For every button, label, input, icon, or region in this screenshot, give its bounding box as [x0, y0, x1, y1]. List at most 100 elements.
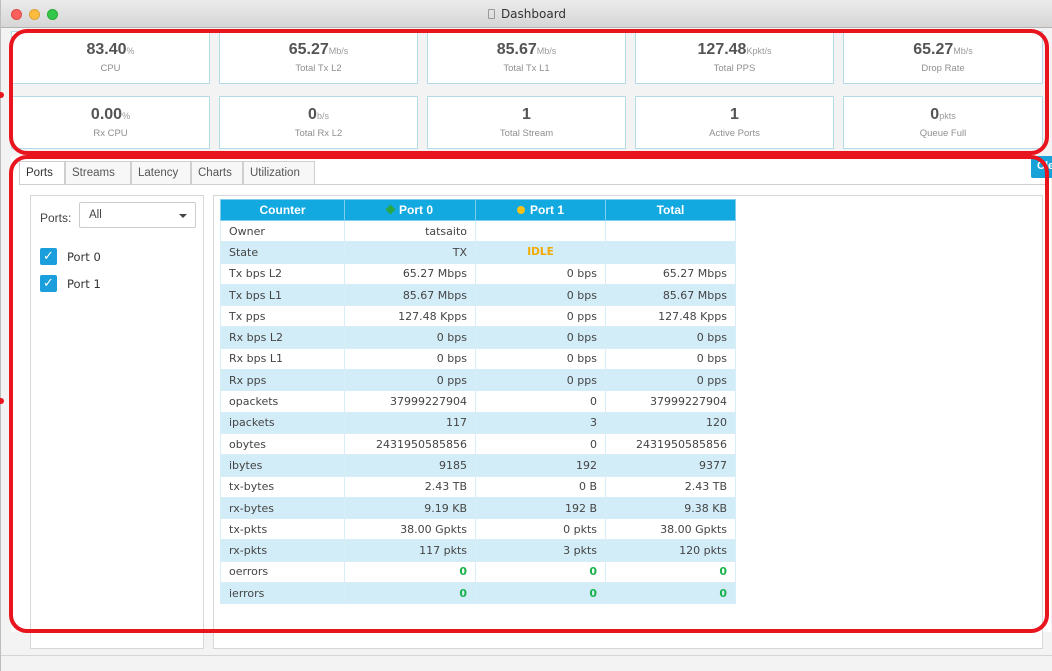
table-row: rx-bytes 9.19 KB 192 B 9.38 KB [220, 496, 736, 520]
stat-label: Drop Rate [921, 63, 965, 74]
port-1-marker-icon [516, 206, 525, 214]
clear-button[interactable]: Clear [1031, 156, 1052, 178]
port-1-value: 0 B [475, 475, 606, 498]
table-row: Tx bps L2 65.27 Mbps 0 bps 65.27 Mbps [220, 262, 736, 285]
stat-value: 83.40 [86, 41, 127, 58]
table-row: Owner tatsaito [220, 219, 736, 243]
tab-ports[interactable]: Ports [19, 161, 65, 185]
port-0-value: TX [344, 241, 476, 264]
table-row: rx-pkts 117 pkts 3 pkts 120 pkts [220, 539, 736, 562]
counter-name: ipackets [220, 411, 345, 434]
port-1-value: 0 [475, 432, 606, 456]
stat-label: Total Tx L2 [295, 63, 342, 74]
ports-filter-value: All [89, 209, 102, 221]
column-header-port-1[interactable]: Port 1 [475, 199, 606, 221]
total-value [605, 219, 736, 243]
title-bar: Dashboard [1, 0, 1052, 28]
ports-filter-select[interactable]: All [79, 202, 196, 228]
stat-value: 65.27 [913, 41, 954, 58]
stat-label: Total PPS [713, 63, 756, 74]
port-0-value: 117 [344, 411, 476, 434]
counter-name: oerrors [220, 560, 345, 584]
stat-card-cpu: 83.40% CPU [11, 31, 210, 84]
stat-unit: Mb/s [953, 46, 973, 56]
port-checkbox-label: Port 0 [67, 250, 101, 264]
counter-name: Rx pps [220, 369, 345, 392]
tab-utilization[interactable]: Utilization [243, 161, 315, 184]
counter-name: opackets [220, 390, 345, 413]
checkmark-icon[interactable]: ✓ [40, 275, 57, 292]
tab-latency[interactable]: Latency [131, 161, 191, 184]
column-header-label: Port 1 [529, 203, 564, 217]
port-1-value: 192 B [475, 496, 606, 520]
status-bar [1, 655, 1052, 671]
port-0-value: 0 pps [344, 369, 476, 392]
counter-name: tx-pkts [220, 518, 345, 541]
column-header-counter[interactable]: Counter [220, 199, 345, 221]
total-value: 0 [605, 582, 736, 605]
port-0-checkbox-row[interactable]: ✓ Port 0 [40, 248, 190, 266]
table-row: ipackets 117 3 120 [220, 411, 736, 434]
total-value: 2431950585856 [605, 432, 736, 456]
port-0-value: 65.27 Mbps [344, 262, 476, 285]
port-0-value: 38.00 Gpkts [344, 518, 476, 541]
stat-unit: Mb/s [328, 46, 349, 56]
counter-name: tx-bytes [220, 475, 345, 498]
stat-unit: % [122, 111, 131, 121]
total-value: 120 pkts [605, 539, 736, 562]
stat-unit: Mb/s [536, 46, 557, 56]
annotation-marker [0, 92, 4, 98]
counter-name: State [220, 241, 345, 264]
stat-card-total-tx-l2: 65.27Mb/s Total Tx L2 [219, 31, 418, 84]
stat-card-drop-rate: 65.27Mb/s Drop Rate [843, 31, 1043, 84]
port-0-value: 117 pkts [344, 539, 476, 562]
stat-label: Total Rx L2 [294, 128, 343, 139]
stat-card-total-pps: 127.48Kpkt/s Total PPS [635, 31, 834, 84]
column-header-total[interactable]: Total [605, 199, 736, 221]
tab-streams[interactable]: Streams [65, 161, 131, 184]
port-0-value: 2431950585856 [344, 432, 476, 456]
stat-value: 0.00 [90, 106, 123, 123]
table-row: Rx bps L2 0 bps 0 bps 0 bps [220, 326, 736, 349]
port-1-checkbox-row[interactable]: ✓ Port 1 [40, 275, 190, 293]
counter-name: Rx bps L1 [220, 347, 345, 371]
total-value: 127.48 Kpps [605, 305, 736, 328]
total-value: 65.27 Mbps [605, 262, 736, 285]
counter-name: Owner [220, 219, 345, 243]
ports-sidebar: Ports: All ✓ Port 0 ✓ Port 1 [30, 195, 204, 649]
port-0-marker-icon [385, 204, 396, 215]
port-0-value: 0 bps [344, 347, 476, 371]
column-header-port-0[interactable]: Port 0 [344, 199, 476, 221]
tab-charts[interactable]: Charts [191, 161, 243, 184]
total-value: 38.00 Gpkts [605, 518, 736, 541]
chevron-down-icon [179, 214, 187, 218]
stat-label: Total Stream [499, 128, 554, 139]
port-0-value: 9.19 KB [344, 496, 476, 520]
port-1-state-idle: IDLE [475, 241, 606, 264]
stat-value: 127.48 [697, 41, 747, 58]
counter-name: Tx bps L2 [220, 262, 345, 285]
port-1-value: 0 bps [475, 262, 606, 285]
port-0-value: 37999227904 [344, 390, 476, 413]
ports-filter-label: Ports: [40, 211, 72, 225]
table-row: Rx pps 0 pps 0 pps 0 pps [220, 369, 736, 392]
stat-value: 0 [930, 106, 940, 123]
stat-card-queue-full: 0pkts Queue Full [843, 96, 1043, 149]
total-value: 9377 [605, 454, 736, 477]
table-row: Tx bps L1 85.67 Mbps 0 bps 85.67 Mbps [220, 283, 736, 307]
port-1-value: 0 [475, 582, 606, 605]
checkmark-icon[interactable]: ✓ [40, 248, 57, 265]
table-row: tx-bytes 2.43 TB 0 B 2.43 TB [220, 475, 736, 498]
port-1-value [475, 219, 606, 243]
counter-name: obytes [220, 432, 345, 456]
port-counters-table: Counter Port 0 Port 1 Total Owner tatsait… [220, 199, 736, 605]
port-1-value: 0 bps [475, 326, 606, 349]
tab-divider [19, 184, 1049, 185]
total-value: 9.38 KB [605, 496, 736, 520]
port-0-value: 2.43 TB [344, 475, 476, 498]
port-1-value: 0 bps [475, 283, 606, 307]
stat-value: 85.67 [496, 41, 537, 58]
dashboard-window: Dashboard 83.40% CPU 65.27Mb/s Total Tx … [0, 0, 1052, 671]
total-value [605, 241, 736, 264]
counter-name: rx-bytes [220, 496, 345, 520]
